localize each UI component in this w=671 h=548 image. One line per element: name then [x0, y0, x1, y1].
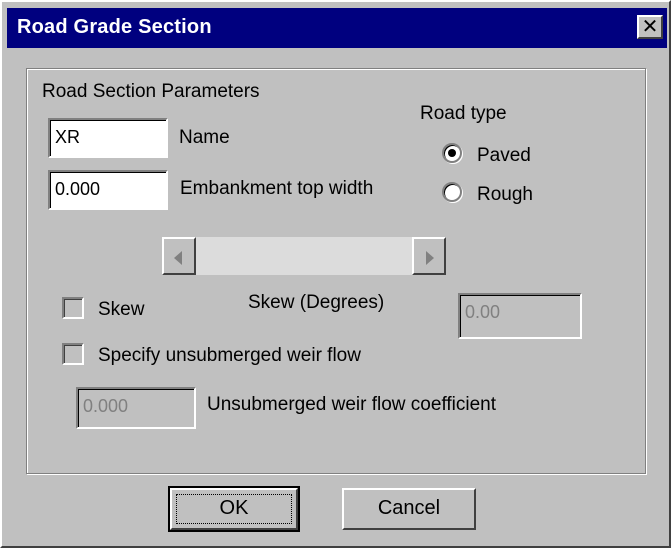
unsubmerged-weir-label[interactable]: Specify unsubmerged weir flow: [98, 345, 361, 367]
skew-checkbox[interactable]: [62, 297, 84, 319]
radio-rough-indicator[interactable]: [442, 182, 462, 202]
radio-paved-label[interactable]: Paved: [477, 145, 531, 167]
embankment-top-width-label: Embankment top width: [180, 178, 374, 199]
skew-degrees-input[interactable]: 0.00: [458, 293, 582, 339]
name-label: Name: [179, 127, 230, 148]
name-input[interactable]: XR: [48, 118, 168, 158]
radio-selected-dot: [448, 149, 456, 157]
arrow-right-icon: [426, 251, 434, 265]
focus-rectangle: [176, 494, 292, 524]
scroll-right-button[interactable]: [412, 237, 446, 275]
close-icon: ✕: [641, 14, 659, 38]
title-bar[interactable]: Road Grade Section ✕: [7, 8, 667, 48]
road-grade-section-dialog: Road Grade Section ✕ Road Section Parame…: [0, 0, 671, 548]
group-title: Road Section Parameters: [40, 81, 262, 103]
scroll-left-button[interactable]: [162, 237, 196, 275]
radio-paved-indicator[interactable]: [442, 143, 462, 163]
weir-coefficient-label: Unsubmerged weir flow coefficient: [207, 394, 497, 415]
skew-degrees-label: Skew (Degrees): [248, 292, 385, 313]
window-title: Road Grade Section: [17, 16, 212, 38]
weir-coefficient-input[interactable]: 0.000: [76, 387, 196, 429]
arrow-left-icon: [174, 251, 182, 265]
skew-checkbox-label[interactable]: Skew: [98, 299, 144, 321]
road-type-label: Road type: [420, 103, 507, 124]
unsubmerged-weir-checkbox[interactable]: [62, 343, 84, 365]
cancel-button[interactable]: Cancel: [342, 488, 476, 530]
skew-scrollbar[interactable]: [162, 237, 446, 275]
embankment-top-width-input[interactable]: 0.000: [48, 170, 168, 210]
ok-button[interactable]: OK: [168, 486, 300, 532]
close-button[interactable]: ✕: [637, 15, 663, 39]
cancel-button-label: Cancel: [377, 497, 441, 519]
radio-rough-label[interactable]: Rough: [477, 184, 533, 206]
